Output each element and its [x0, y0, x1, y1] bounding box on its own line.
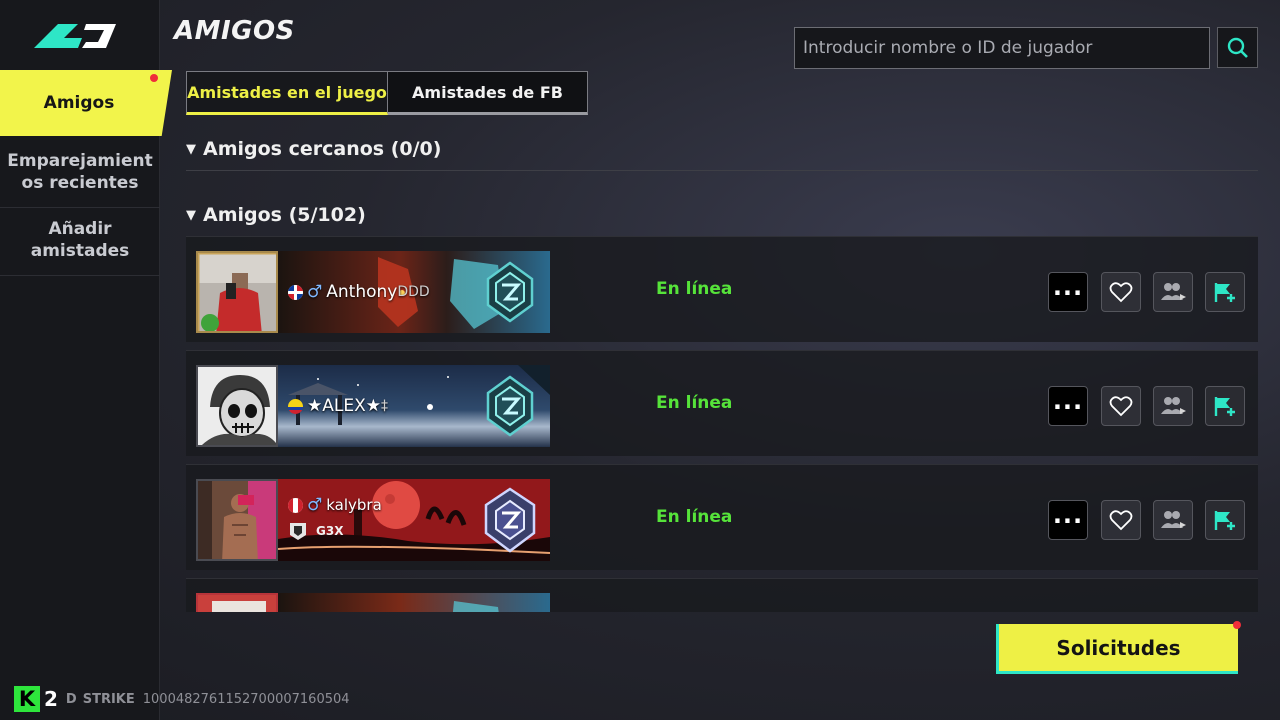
- friend-actions: ...: [1048, 500, 1245, 540]
- player-name: kalybra: [326, 496, 382, 514]
- like-button[interactable]: [1101, 386, 1141, 426]
- more-options-button[interactable]: ...: [1048, 500, 1088, 540]
- heart-icon: [1109, 396, 1133, 417]
- invite-to-team-button[interactable]: [1153, 500, 1193, 540]
- more-options-button[interactable]: ...: [1048, 386, 1088, 426]
- player-name: ★ALEX★: [307, 396, 381, 416]
- friend-row[interactable]: ♂ kalybra G3X En línea ...: [186, 464, 1258, 570]
- player-name-line: ★ALEX★ ‡: [288, 396, 388, 416]
- heart-icon: [1109, 510, 1133, 531]
- invite-group-icon: [1161, 283, 1186, 300]
- player-name-line: ♂ kalybra: [288, 495, 382, 515]
- more-options-button[interactable]: ...: [1048, 272, 1088, 312]
- game-prefix: D: [65, 691, 77, 707]
- player-id: 10004827611527000071605​04: [142, 691, 350, 707]
- invite-group-icon: [1161, 397, 1186, 414]
- rank-badge-icon: [486, 375, 534, 437]
- sidebar-item-label-line2: amistades: [30, 241, 130, 261]
- more-icon: ...: [1052, 387, 1084, 415]
- section-nearby-friends[interactable]: ▼ Amigos cercanos (0/0): [186, 138, 441, 160]
- player-banner: [278, 593, 550, 612]
- heart-icon: [1109, 282, 1133, 303]
- more-icon: ...: [1052, 501, 1084, 529]
- flag-add-icon: [1214, 511, 1235, 530]
- avatar[interactable]: [196, 479, 278, 561]
- gender-male-icon: ♂: [307, 282, 323, 302]
- status-text: En línea: [656, 507, 733, 527]
- friend-actions: ...: [1048, 386, 1245, 426]
- game-name: STRIKE: [82, 691, 135, 707]
- player-banner: ♂ Anthony DDD: [278, 251, 550, 333]
- footer-watermark: K 2 D STRIKE 10004827611527000071605​04: [14, 686, 350, 712]
- flag-add-button[interactable]: [1205, 272, 1245, 312]
- flag-icon: [288, 284, 303, 300]
- like-button[interactable]: [1101, 272, 1141, 312]
- guild-line: G3X: [288, 521, 343, 541]
- sidebar-item-label-line1: Añadir: [48, 219, 112, 239]
- friend-row[interactable]: ♂ Anthony DDD En línea ...: [186, 236, 1258, 342]
- player-banner: ★ALEX★ ‡: [278, 365, 550, 447]
- rank-badge-icon: [484, 487, 536, 553]
- sidebar-item-label-line1: Emparejamient: [7, 151, 153, 171]
- divider: [186, 170, 1258, 171]
- flag-add-button[interactable]: [1205, 386, 1245, 426]
- player-name: Anthony: [326, 282, 398, 302]
- invite-to-team-button[interactable]: [1153, 386, 1193, 426]
- sidebar: Amigos Emparejamient os recientes Añadir…: [0, 0, 172, 720]
- flag-add-icon: [1214, 397, 1235, 416]
- player-name-suffix: ‡: [380, 398, 388, 414]
- k-logo: K: [14, 686, 40, 712]
- gender-male-icon: ♂: [307, 495, 323, 515]
- guild-emblem-icon: [290, 523, 306, 540]
- avatar[interactable]: [196, 251, 278, 333]
- player-name-suffix: DDD: [397, 284, 430, 300]
- sidebar-item-label-line2: os recientes: [21, 173, 139, 193]
- k-logo-suffix: 2: [44, 687, 58, 711]
- more-icon: ...: [1052, 273, 1084, 301]
- notification-dot: [1233, 621, 1241, 629]
- search-input[interactable]: [795, 28, 1209, 68]
- avatar[interactable]: [196, 593, 278, 612]
- invite-group-icon: [1161, 511, 1186, 528]
- flag-icon: [288, 398, 303, 414]
- player-banner: ♂ kalybra G3X: [278, 479, 550, 561]
- section-label: Amigos cercanos (0/0): [203, 138, 442, 160]
- sidebar-item-amigos[interactable]: Amigos: [0, 70, 172, 136]
- status-text: En línea: [656, 393, 733, 413]
- requests-button[interactable]: Solicitudes: [996, 621, 1241, 674]
- sidebar-item-add-friends[interactable]: Añadir amistades: [0, 216, 160, 276]
- flag-add-icon: [1214, 283, 1235, 302]
- expand-arrow-icon: ▼: [186, 207, 196, 223]
- status-text: En línea: [656, 279, 733, 299]
- search-field[interactable]: [794, 27, 1210, 69]
- section-friends[interactable]: ▼ Amigos (5/102): [186, 204, 366, 226]
- sidebar-item-recent-matches[interactable]: Emparejamient os recientes: [0, 148, 160, 208]
- expand-arrow-icon: ▼: [186, 141, 196, 157]
- flag-add-button[interactable]: [1205, 500, 1245, 540]
- search-icon: [1227, 37, 1248, 58]
- search-button[interactable]: [1217, 27, 1258, 68]
- tab-bar: Amistades en el juego Amistades de FB: [186, 71, 588, 115]
- flag-icon: [288, 497, 303, 513]
- sidebar-item-label: Amigos: [43, 93, 115, 113]
- section-label: Amigos (5/102): [203, 204, 366, 226]
- friend-actions: ...: [1048, 272, 1245, 312]
- app-logo: [34, 24, 116, 48]
- page-title: AMIGOS: [174, 16, 295, 46]
- tab-fb-friends[interactable]: Amistades de FB: [388, 71, 588, 115]
- friend-list[interactable]: ♂ Anthony DDD En línea ... ★ALEX★ ‡ En l…: [186, 236, 1258, 612]
- invite-to-team-button[interactable]: [1153, 272, 1193, 312]
- player-name-line: ♂ Anthony DDD: [288, 282, 430, 302]
- tab-in-game-friends[interactable]: Amistades en el juego: [186, 71, 388, 115]
- like-button[interactable]: [1101, 500, 1141, 540]
- requests-label: Solicitudes: [1056, 635, 1181, 660]
- rank-badge-icon: [486, 261, 534, 323]
- friend-row[interactable]: ★ALEX★ ‡ En línea ...: [186, 350, 1258, 456]
- guild-tag: G3X: [316, 524, 344, 538]
- friend-row[interactable]: [186, 578, 1258, 612]
- avatar[interactable]: [196, 365, 278, 447]
- notification-dot: [150, 74, 158, 82]
